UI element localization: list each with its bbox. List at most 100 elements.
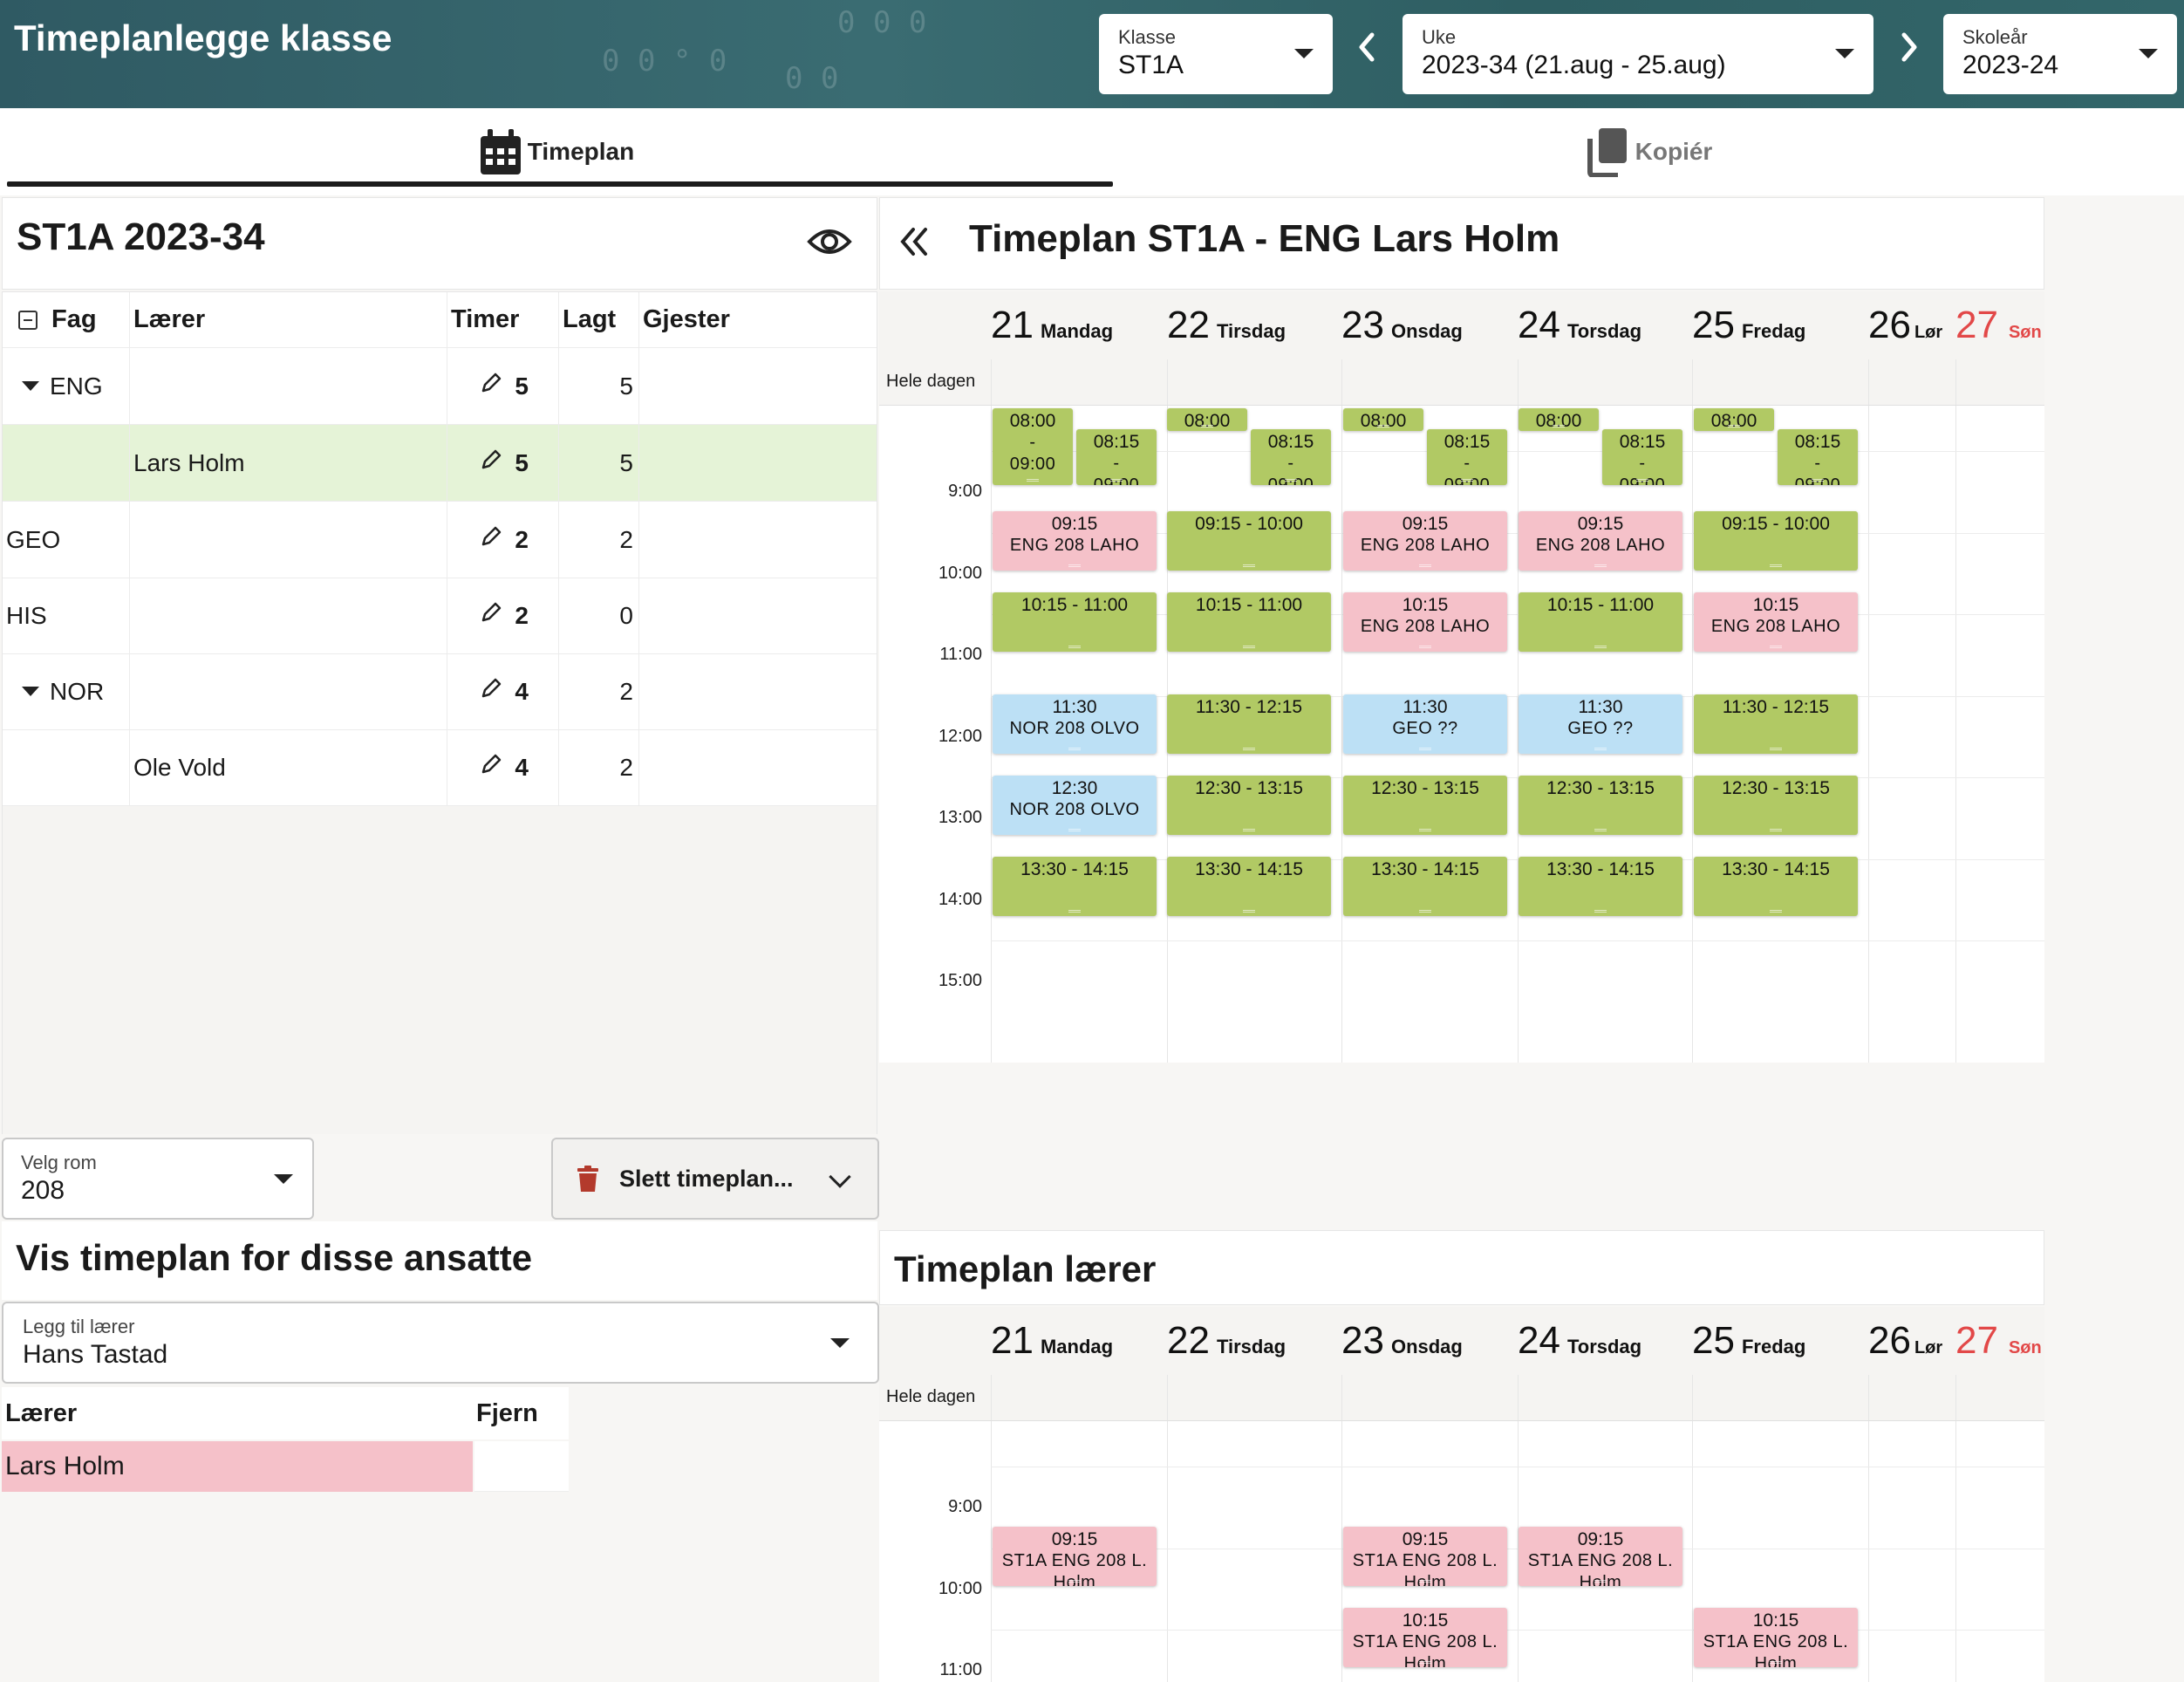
resize-handle-icon[interactable] <box>1594 564 1607 567</box>
resize-handle-icon[interactable] <box>1594 748 1607 750</box>
resize-handle-icon[interactable] <box>1594 646 1607 648</box>
calendar-event[interactable]: 10:15 ENG 208 LAHO <box>1694 592 1858 652</box>
cell-timer[interactable]: 2 <box>447 502 559 578</box>
pencil-icon[interactable] <box>480 753 502 782</box>
subject-row[interactable]: NOR 4 2 <box>3 653 877 730</box>
calendar-event[interactable]: 10:15 ST1A ENG 208 L. Holm <box>1343 1608 1507 1667</box>
calendar-event[interactable]: 08:15-09:00 <box>1251 429 1331 485</box>
calendar-event[interactable]: 10:15 - 11:00 <box>1167 592 1331 652</box>
calendar-event[interactable]: 08:00 <box>1167 408 1247 431</box>
pencil-icon[interactable] <box>480 677 502 706</box>
subject-row[interactable]: HIS 2 0 <box>3 578 877 654</box>
resize-handle-icon[interactable] <box>1770 564 1782 567</box>
skolear-select[interactable]: Skoleår 2023-24 <box>1943 14 2177 94</box>
resize-handle-icon[interactable] <box>1770 1661 1782 1664</box>
resize-handle-icon[interactable] <box>1636 479 1648 482</box>
resize-handle-icon[interactable] <box>1243 564 1255 567</box>
resize-handle-icon[interactable] <box>1770 829 1782 831</box>
uke-select[interactable]: Uke 2023-34 (21.aug - 25.aug) <box>1403 14 1873 94</box>
resize-handle-icon[interactable] <box>1068 748 1081 750</box>
resize-handle-icon[interactable] <box>1770 910 1782 913</box>
resize-handle-icon[interactable] <box>1419 748 1431 750</box>
col-fag[interactable]: Fag <box>3 292 130 347</box>
resize-handle-icon[interactable] <box>1110 479 1123 482</box>
cell-timer[interactable]: 4 <box>447 653 559 729</box>
tab-kopier[interactable]: Kopiér <box>1113 108 2184 195</box>
calendar-event[interactable]: 10:15 - 11:00 <box>993 592 1157 652</box>
calendar-event[interactable]: 09:15 ST1A ENG 208 L. Holm <box>1519 1527 1682 1586</box>
teacher-table-row[interactable]: Lars Holm <box>2 1441 569 1492</box>
subject-row[interactable]: Lars Holm 5 5 <box>3 425 877 502</box>
resize-handle-icon[interactable] <box>1027 479 1039 482</box>
calendar-event[interactable]: 10:15 - 11:00 <box>1519 592 1682 652</box>
resize-handle-icon[interactable] <box>1812 479 1824 482</box>
resize-handle-icon[interactable] <box>1068 564 1081 567</box>
calendar-event[interactable]: 09:15 ENG 208 LAHO <box>993 511 1157 571</box>
resize-handle-icon[interactable] <box>1419 829 1431 831</box>
col-lagt[interactable]: Lagt <box>559 292 639 347</box>
calendar-event[interactable]: 12:30 - 13:15 <box>1519 776 1682 835</box>
calendar-event[interactable]: 13:30 - 14:15 <box>1343 857 1507 916</box>
subject-row[interactable]: Ole Vold 4 2 <box>3 729 877 806</box>
resize-handle-icon[interactable] <box>1728 425 1740 427</box>
resize-handle-icon[interactable] <box>1068 646 1081 648</box>
calendar-event[interactable]: 11:30 NOR 208 OLVO <box>993 694 1157 754</box>
calendar-event[interactable]: 08:15-09:00 <box>1427 429 1507 485</box>
resize-handle-icon[interactable] <box>1419 564 1431 567</box>
remove-teacher-cell[interactable] <box>474 1441 569 1492</box>
calendar-event[interactable]: 09:15 ENG 208 LAHO <box>1519 511 1682 571</box>
calendar-event[interactable]: 13:30 - 14:15 <box>1694 857 1858 916</box>
resize-handle-icon[interactable] <box>1419 646 1431 648</box>
resize-handle-icon[interactable] <box>1419 1580 1431 1583</box>
calendar-event[interactable]: 13:30 - 14:15 <box>1167 857 1331 916</box>
resize-handle-icon[interactable] <box>1419 910 1431 913</box>
eye-icon[interactable] <box>807 219 852 269</box>
resize-handle-icon[interactable] <box>1594 910 1607 913</box>
cell-timer[interactable]: 2 <box>447 578 559 653</box>
resize-handle-icon[interactable] <box>1377 425 1389 427</box>
resize-handle-icon[interactable] <box>1243 910 1255 913</box>
resize-handle-icon[interactable] <box>1243 829 1255 831</box>
calendar-event[interactable]: 08:15-09:00 <box>1602 429 1682 485</box>
resize-handle-icon[interactable] <box>1594 1580 1607 1583</box>
calendar-event[interactable]: 13:30 - 14:15 <box>1519 857 1682 916</box>
calendar-event[interactable]: 08:15-09:00 <box>1076 429 1157 485</box>
calendar-event[interactable]: 08:00 <box>1694 408 1774 431</box>
calendar-event[interactable]: 08:00 - 09:00 <box>993 408 1073 485</box>
resize-handle-icon[interactable] <box>1770 646 1782 648</box>
resize-handle-icon[interactable] <box>1285 479 1297 482</box>
resize-handle-icon[interactable] <box>1068 1580 1081 1583</box>
cell-timer[interactable]: 5 <box>447 425 559 501</box>
calendar-event[interactable]: 11:30 - 12:15 <box>1167 694 1331 754</box>
cell-timer[interactable]: 4 <box>447 729 559 805</box>
calendar-event[interactable]: 12:30 - 13:15 <box>1343 776 1507 835</box>
calendar-event[interactable]: 11:30 - 12:15 <box>1694 694 1858 754</box>
calendar-event[interactable]: 12:30 - 13:15 <box>1167 776 1331 835</box>
resize-handle-icon[interactable] <box>1243 646 1255 648</box>
expand-toggle-icon[interactable] <box>22 687 39 696</box>
resize-handle-icon[interactable] <box>1068 829 1081 831</box>
room-select[interactable]: Velg rom 208 <box>2 1138 314 1220</box>
calendar-event[interactable]: 08:00 <box>1519 408 1599 431</box>
collapse-all-icon[interactable] <box>18 310 38 330</box>
resize-handle-icon[interactable] <box>1594 829 1607 831</box>
resize-handle-icon[interactable] <box>1243 748 1255 750</box>
prev-week-button[interactable] <box>1350 26 1385 79</box>
col-gjester[interactable]: Gjester <box>639 292 877 347</box>
calendar-event[interactable]: 11:30 GEO ?? <box>1343 694 1507 754</box>
col-timer[interactable]: Timer <box>447 292 559 347</box>
pencil-icon[interactable] <box>480 525 502 554</box>
calendar-event[interactable]: 09:15 - 10:00 <box>1167 511 1331 571</box>
add-teacher-select[interactable]: Legg til lærer Hans Tastad <box>2 1302 879 1384</box>
calendar-event[interactable]: 09:15 ST1A ENG 208 L. Holm <box>1343 1527 1507 1586</box>
col-laerer[interactable]: Lærer <box>130 292 447 347</box>
delete-timeplan-button[interactable]: Slett timeplan... <box>551 1138 879 1220</box>
pencil-icon[interactable] <box>480 372 502 400</box>
resize-handle-icon[interactable] <box>1461 479 1473 482</box>
calendar-event[interactable]: 09:15 - 10:00 <box>1694 511 1858 571</box>
resize-handle-icon[interactable] <box>1770 748 1782 750</box>
collapse-panel-icon[interactable] <box>897 224 932 263</box>
expand-toggle-icon[interactable] <box>22 381 39 391</box>
resize-handle-icon[interactable] <box>1068 910 1081 913</box>
cell-timer[interactable]: 5 <box>447 348 559 424</box>
